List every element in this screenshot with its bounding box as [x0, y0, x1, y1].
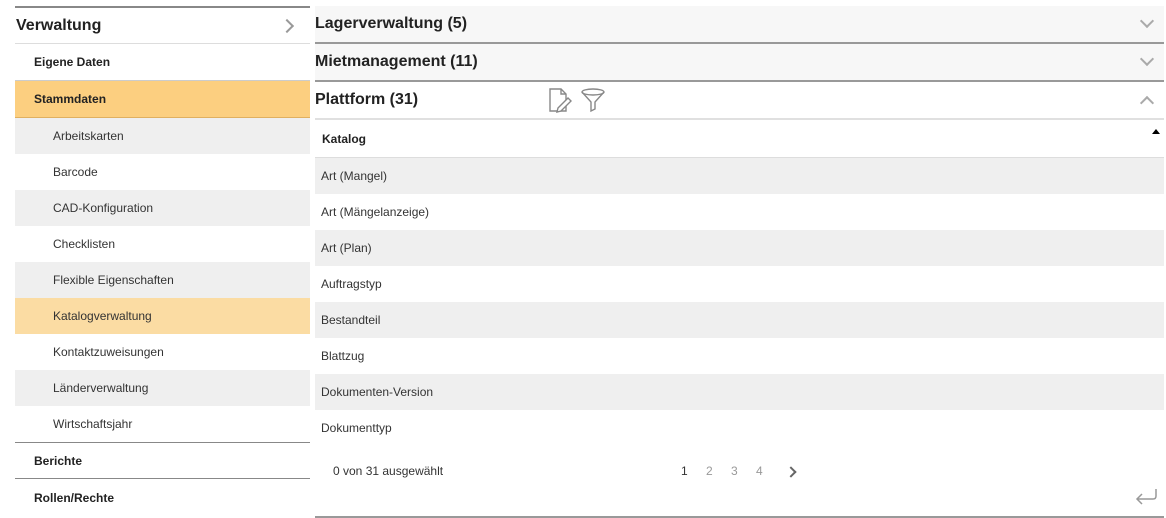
sidebar-item-arbeitskarten[interactable]: Arbeitskarten — [15, 118, 310, 154]
section-lagerverwaltung[interactable]: Lagerverwaltung (5) — [315, 6, 1164, 44]
sidebar-item-barcode[interactable]: Barcode — [15, 154, 310, 190]
section-plattform[interactable]: Plattform (31) — [315, 82, 1164, 120]
chevron-down-icon[interactable] — [1139, 13, 1155, 29]
sort-ascending-icon[interactable] — [1152, 129, 1160, 134]
sidebar-item-flexible-eigenschaften[interactable]: Flexible Eigenschaften — [15, 262, 310, 298]
sidebar-title: Verwaltung — [16, 16, 102, 34]
sidebar-item-checklisten[interactable]: Checklisten — [15, 226, 310, 262]
chevron-right-icon[interactable] — [279, 18, 295, 33]
column-header-katalog[interactable]: Katalog — [322, 132, 366, 146]
document-edit-icon[interactable] — [546, 87, 573, 113]
return-icon[interactable] — [1134, 486, 1160, 511]
section-mietmanagement[interactable]: Mietmanagement (11) — [315, 44, 1164, 82]
page-link-3[interactable]: 3 — [731, 464, 756, 478]
sidebar-group-stammdaten[interactable]: Stammdaten — [15, 81, 310, 118]
chevron-up-icon[interactable] — [1139, 95, 1155, 111]
pagination: 1 2 3 4 — [681, 464, 797, 478]
chevron-right-icon[interactable] — [785, 466, 797, 478]
table-row[interactable]: Art (Mangel) — [315, 158, 1164, 194]
sidebar-group-rollen-rechte[interactable]: Rollen/Rechte — [15, 479, 310, 516]
sidebar-item-katalogverwaltung[interactable]: Katalogverwaltung — [15, 298, 310, 334]
page-link-1[interactable]: 1 — [681, 464, 706, 478]
selection-count: 0 von 31 ausgewählt — [333, 464, 444, 478]
page-link-2[interactable]: 2 — [706, 464, 731, 478]
section-title: Plattform (31) — [315, 91, 419, 108]
table-row[interactable]: Auftragstyp — [315, 266, 1164, 302]
sidebar-item-kontaktzuweisungen[interactable]: Kontaktzuweisungen — [15, 334, 310, 370]
page-link-4[interactable]: 4 — [756, 464, 781, 478]
sidebar-item-wirtschaftsjahr[interactable]: Wirtschaftsjahr — [15, 406, 310, 442]
table-row[interactable]: Art (Plan) — [315, 230, 1164, 266]
table-row[interactable]: Blattzug — [315, 338, 1164, 374]
sidebar-group-eigene-daten[interactable]: Eigene Daten — [15, 44, 310, 81]
table-footer: 0 von 31 ausgewählt 1 2 3 4 — [315, 446, 1164, 518]
sidebar: Verwaltung Eigene Daten Stammdaten Arbei… — [15, 6, 310, 510]
chevron-down-icon[interactable] — [1139, 51, 1155, 67]
main-panel: Lagerverwaltung (5) Mietmanagement (11) … — [315, 6, 1164, 518]
sidebar-group-berichte[interactable]: Berichte — [15, 442, 310, 479]
table-row[interactable]: Bestandteil — [315, 302, 1164, 338]
sidebar-header[interactable]: Verwaltung — [15, 6, 310, 44]
sidebar-item-cad-konfiguration[interactable]: CAD-Konfiguration — [15, 190, 310, 226]
sidebar-item-laenderverwaltung[interactable]: Länderverwaltung — [15, 370, 310, 406]
table-row[interactable]: Dokumenttyp — [315, 410, 1164, 446]
table-row[interactable]: Dokumenten-Version — [315, 374, 1164, 410]
table-header[interactable]: Katalog — [315, 120, 1164, 158]
table-row[interactable]: Art (Mängelanzeige) — [315, 194, 1164, 230]
section-title: Mietmanagement (11) — [315, 53, 478, 70]
filter-icon[interactable] — [580, 87, 606, 113]
section-title: Lagerverwaltung (5) — [315, 15, 468, 32]
